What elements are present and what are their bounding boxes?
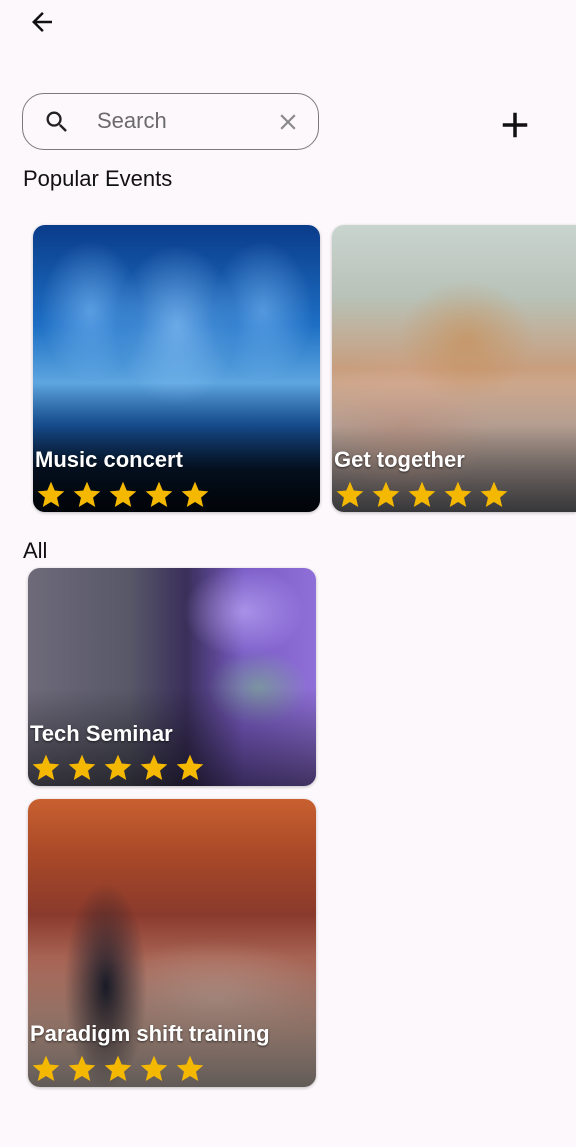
event-title: Music concert (35, 447, 183, 472)
star-icon (372, 481, 400, 507)
star-icon (68, 754, 96, 780)
star-rating (35, 479, 211, 511)
star-icon (408, 481, 436, 507)
arrow-left-icon (32, 12, 52, 32)
star-icon (140, 1055, 168, 1081)
star-icon (32, 754, 60, 780)
search-icon (46, 111, 67, 132)
star-icon (104, 1055, 132, 1081)
star-rating (30, 752, 206, 784)
star-rating (30, 1053, 206, 1085)
event-card-get-together[interactable]: Get together (332, 225, 576, 512)
star-icon (444, 481, 472, 507)
back-button[interactable] (24, 4, 60, 40)
close-icon[interactable] (275, 109, 301, 135)
search-bar[interactable] (22, 93, 319, 150)
star-icon (480, 481, 508, 507)
star-icon (109, 481, 137, 507)
star-icon (104, 754, 132, 780)
event-title: Tech Seminar (30, 721, 173, 746)
all-events-heading: All (23, 538, 48, 563)
star-icon (32, 1055, 60, 1081)
event-card-paradigm-shift-training[interactable]: Paradigm shift training (28, 799, 316, 1087)
search-input[interactable] (95, 100, 269, 142)
event-card-tech-seminar[interactable]: Tech Seminar (28, 568, 316, 786)
star-rating (334, 479, 510, 511)
star-icon (176, 1055, 204, 1081)
star-icon (176, 754, 204, 780)
star-icon (37, 481, 65, 507)
event-title: Paradigm shift training (30, 1021, 270, 1046)
event-card-music-concert[interactable]: Music concert (33, 225, 320, 512)
star-icon (336, 481, 364, 507)
plus-icon (502, 112, 528, 138)
star-icon (145, 481, 173, 507)
star-icon (68, 1055, 96, 1081)
star-icon (181, 481, 209, 507)
add-event-button[interactable] (494, 104, 536, 146)
star-icon (73, 481, 101, 507)
popular-events-heading: Popular Events (23, 166, 173, 191)
event-title: Get together (334, 447, 465, 472)
star-icon (140, 754, 168, 780)
